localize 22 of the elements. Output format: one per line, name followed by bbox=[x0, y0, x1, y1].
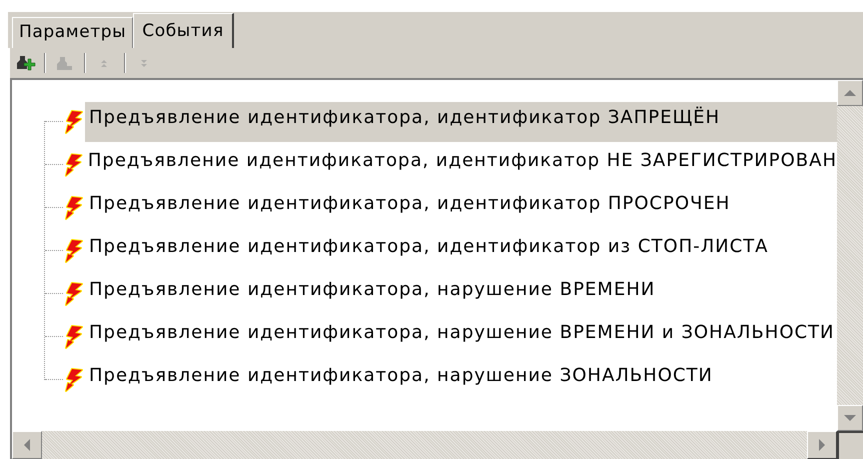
left-triangle-icon bbox=[24, 439, 30, 451]
lightning-icon bbox=[62, 152, 84, 176]
lightning-icon bbox=[63, 110, 85, 134]
lightning-icon bbox=[63, 282, 85, 306]
lightning-icon bbox=[63, 324, 85, 348]
right-triangle-icon bbox=[819, 439, 825, 451]
tree-item[interactable]: Предъявление идентификатора, идентификатор ЗАПРЕЩЁН bbox=[85, 102, 837, 142]
horizontal-scrollbar[interactable] bbox=[12, 431, 837, 459]
scroll-right-button[interactable] bbox=[807, 431, 837, 459]
scroll-down-button[interactable] bbox=[837, 405, 863, 431]
scrollbar-corner bbox=[837, 431, 863, 459]
lightning-icon bbox=[63, 196, 85, 220]
tab[interactable]: События bbox=[133, 13, 234, 49]
up-triangle-icon bbox=[844, 90, 856, 96]
add-user-icon[interactable] bbox=[14, 53, 36, 73]
vertical-scrollbar[interactable] bbox=[837, 80, 863, 431]
tab[interactable]: Параметры bbox=[12, 17, 134, 48]
lightning-icon bbox=[63, 238, 85, 262]
lightning-icon bbox=[63, 368, 85, 392]
down-triangle-icon bbox=[844, 415, 856, 421]
scroll-left-button[interactable] bbox=[12, 431, 42, 459]
scroll-up-button[interactable] bbox=[837, 80, 863, 106]
